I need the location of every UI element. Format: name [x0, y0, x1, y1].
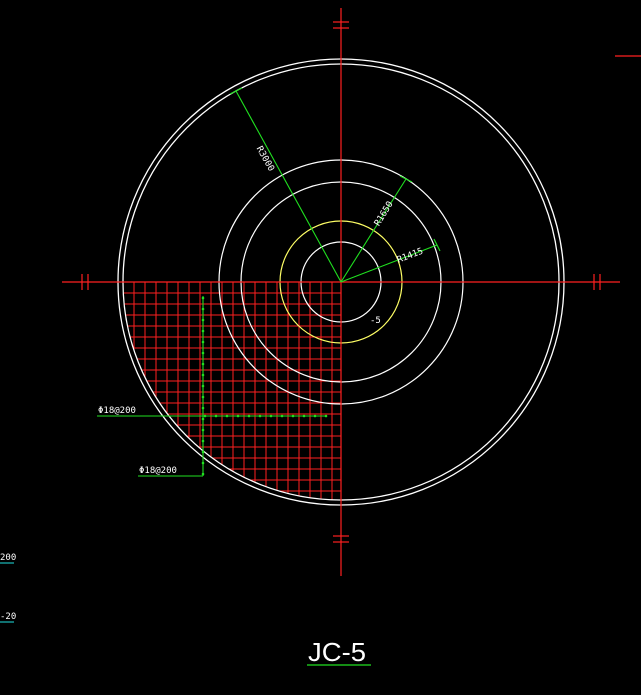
rebar-dot [302, 414, 306, 418]
rebar-dot [201, 351, 205, 355]
rebar-dot [225, 414, 229, 418]
rebar-vertical-label: Φ18@200 [139, 466, 177, 476]
rebar-dot [201, 428, 205, 432]
margin-fragment-1: 200 [0, 553, 16, 563]
rebar-dot [236, 414, 240, 418]
rebar-dot [280, 414, 284, 418]
rebar-horizontal-label: Φ18@200 [98, 406, 136, 416]
rebar-dot [201, 296, 205, 300]
rebar-dot [201, 307, 205, 311]
margin-fragment-2: -20 [0, 612, 16, 622]
rebar-dot [201, 395, 205, 399]
rebar-dot [201, 318, 205, 322]
rebar-dot [313, 414, 317, 418]
rebar-dot [201, 472, 205, 476]
rebar-dot [269, 414, 273, 418]
rebar-dot [291, 414, 295, 418]
rebar-dot [201, 417, 205, 421]
drawing-title: JC-5 [308, 637, 366, 667]
rebar-dot [201, 362, 205, 366]
rebar-dot [201, 329, 205, 333]
rebar-dot [201, 406, 205, 410]
rebar-dot [201, 384, 205, 388]
rebar-dot [201, 340, 205, 344]
rebar-dot [324, 414, 328, 418]
cad-drawing-canvas: R3000 R1650 R1415 -5 Φ18@200 Φ18@200 200… [0, 0, 641, 695]
rebar-dot [201, 373, 205, 377]
rebar-dot [203, 414, 207, 418]
center-mark-label: -5 [370, 316, 381, 326]
rebar-dot [201, 461, 205, 465]
rebar-dot [214, 414, 218, 418]
rebar-dot [247, 414, 251, 418]
rebar-dot [258, 414, 262, 418]
rebar-dot [201, 450, 205, 454]
rebar-dot [201, 439, 205, 443]
